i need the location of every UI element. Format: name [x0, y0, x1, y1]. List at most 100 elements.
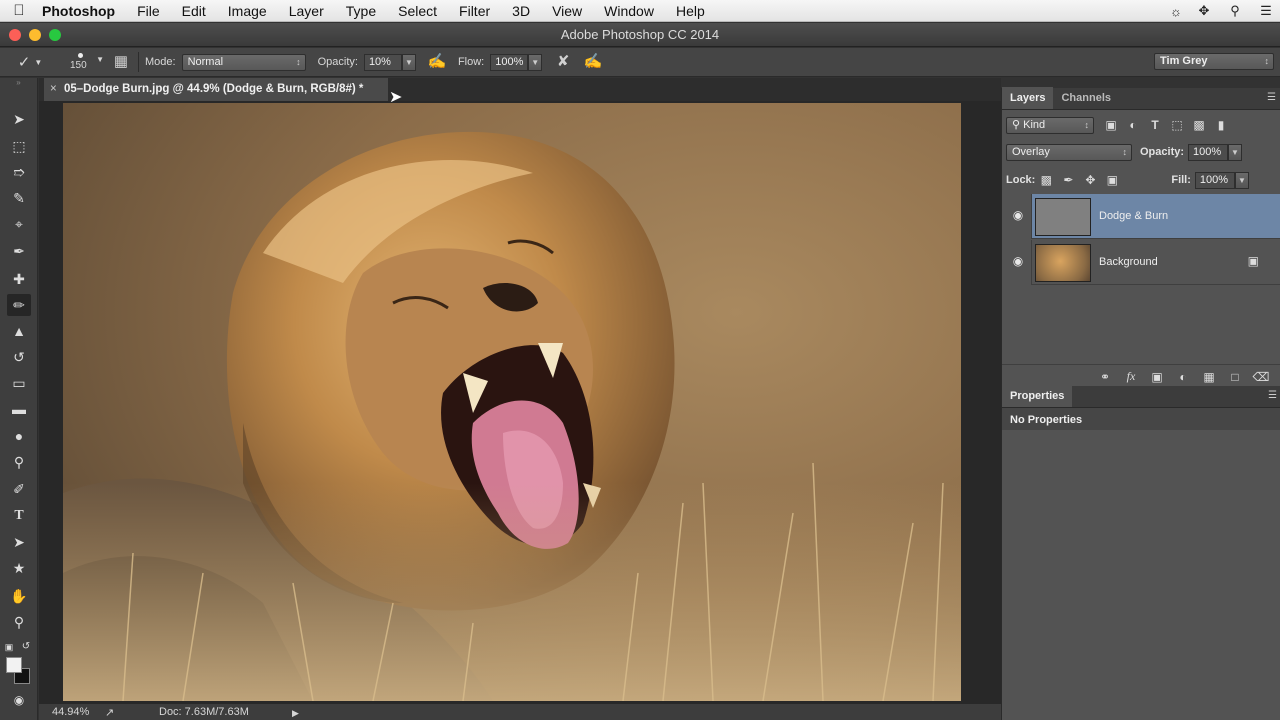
- menu-file[interactable]: File: [126, 0, 171, 22]
- pressure-opacity-icon[interactable]: ✍: [426, 51, 448, 73]
- type-filter-icon[interactable]: T: [1144, 116, 1166, 134]
- new-layer-icon[interactable]: □: [1225, 370, 1245, 384]
- lion-photo-canvas[interactable]: [63, 103, 961, 701]
- blur-tool-icon[interactable]: ●: [7, 425, 31, 447]
- close-icon[interactable]: ×: [50, 78, 57, 101]
- layer-opacity-input[interactable]: 100%: [1188, 143, 1229, 161]
- opacity-slider-button[interactable]: ▼: [401, 53, 416, 71]
- crop-tool-icon[interactable]: ⌖: [7, 213, 31, 235]
- apple-icon[interactable]: : [0, 2, 38, 19]
- eraser-tool-icon[interactable]: ▭: [7, 372, 31, 394]
- properties-panel-tabs: Properties ☰: [1002, 385, 1280, 408]
- pressure-size-icon[interactable]: ✍: [582, 51, 604, 73]
- tab-properties[interactable]: Properties: [1002, 385, 1073, 407]
- right-panel-dock: Layers Channels ☰ ⚲ Kind ▣ ◐ T ⬚ ▩ ▮ Ove…: [1001, 87, 1280, 720]
- status-menu-arrow-icon[interactable]: ▶: [292, 708, 299, 719]
- adjustment-filter-icon[interactable]: ◐: [1122, 116, 1144, 134]
- layer-name[interactable]: Background: [1099, 256, 1158, 268]
- marquee-tool-icon[interactable]: ⬚: [7, 135, 31, 157]
- layer-name[interactable]: Dodge & Burn: [1099, 210, 1168, 222]
- custom-shape-tool-icon[interactable]: ★: [7, 557, 31, 579]
- eye-icon[interactable]: ◉: [1010, 208, 1026, 222]
- history-brush-tool-icon[interactable]: ↺: [7, 346, 31, 368]
- lion-photo: [63, 103, 961, 701]
- add-mask-icon[interactable]: ▣: [1147, 370, 1167, 384]
- dodge-tool-icon[interactable]: ⚲: [7, 451, 31, 473]
- lock-all-icon[interactable]: ▣: [1101, 171, 1123, 189]
- layer-row-dodge-burn[interactable]: ◉ Dodge & Burn: [1002, 194, 1280, 239]
- chevron-down-icon: ▼: [34, 57, 43, 67]
- zoom-tool-icon[interactable]: ⚲: [7, 611, 31, 633]
- menu-help[interactable]: Help: [665, 0, 716, 22]
- menu-3d[interactable]: 3D: [501, 0, 541, 22]
- menu-image[interactable]: Image: [217, 0, 278, 22]
- eyedropper-tool-icon[interactable]: ✒: [7, 240, 31, 262]
- quick-selection-tool-icon[interactable]: ✎: [7, 187, 31, 209]
- airbrush-icon[interactable]: ✘: [552, 51, 574, 73]
- layer-style-fx-icon[interactable]: fx: [1121, 369, 1141, 384]
- foreground-color-swatch[interactable]: [6, 657, 22, 673]
- eye-icon[interactable]: ◉: [1010, 254, 1026, 268]
- mode-select[interactable]: Normal: [181, 53, 306, 71]
- hand-tool-icon[interactable]: ✋: [7, 585, 31, 607]
- panel-menu-icon[interactable]: ☰: [1267, 92, 1276, 103]
- shape-filter-icon[interactable]: ⬚: [1166, 116, 1188, 134]
- path-selection-tool-icon[interactable]: ➤: [7, 531, 31, 553]
- default-colors-icon[interactable]: ▣: [3, 636, 15, 658]
- menu-photoshop[interactable]: Photoshop: [38, 0, 126, 22]
- menu-select[interactable]: Select: [387, 0, 448, 22]
- new-group-folder-icon[interactable]: ▦: [1199, 370, 1219, 384]
- tool-preset-picker[interactable]: ✓ ▼: [0, 49, 60, 75]
- lasso-tool-icon[interactable]: ➱: [7, 161, 31, 183]
- move-arrows-icon[interactable]: ✥: [1190, 3, 1218, 19]
- brush-tool-icon[interactable]: ✏: [7, 294, 31, 316]
- lock-transparency-icon[interactable]: ▩: [1035, 171, 1057, 189]
- healing-brush-tool-icon[interactable]: ✚: [7, 268, 31, 290]
- workspace-select[interactable]: Tim Grey: [1154, 53, 1274, 70]
- brightness-icon[interactable]: ☼: [1162, 4, 1190, 19]
- delete-layer-trash-icon[interactable]: ⌫: [1251, 370, 1271, 384]
- lock-pixels-icon[interactable]: ✒: [1057, 171, 1079, 189]
- flow-slider-button[interactable]: ▼: [528, 53, 543, 71]
- lock-position-icon[interactable]: ✥: [1079, 171, 1101, 189]
- type-tool-icon[interactable]: T: [7, 505, 31, 527]
- spotlight-search-icon[interactable]: ⚲: [1218, 3, 1252, 19]
- document-tab[interactable]: × 05–Dodge Burn.jpg @ 44.9% (Dodge & Bur…: [44, 78, 388, 101]
- opacity-input[interactable]: 10%: [363, 53, 402, 71]
- fill-input[interactable]: 100%: [1194, 171, 1235, 189]
- chevron-down-icon: ▼: [96, 55, 104, 64]
- notification-list-icon[interactable]: ☰: [1252, 3, 1280, 19]
- move-tool-icon[interactable]: ➤: [7, 108, 31, 130]
- menu-window[interactable]: Window: [593, 0, 665, 22]
- menu-layer[interactable]: Layer: [278, 0, 335, 22]
- menu-edit[interactable]: Edit: [171, 0, 217, 22]
- pixel-filter-icon[interactable]: ▣: [1100, 116, 1122, 134]
- swap-colors-icon[interactable]: ↺: [20, 636, 32, 658]
- menu-view[interactable]: View: [541, 0, 593, 22]
- zoom-level[interactable]: 44.94%: [52, 706, 89, 718]
- panel-menu-icon[interactable]: ☰: [1268, 390, 1277, 401]
- layer-filter-kind-select[interactable]: ⚲ Kind: [1006, 116, 1094, 134]
- clone-stamp-tool-icon[interactable]: ▲: [7, 320, 31, 342]
- flow-input[interactable]: 100%: [490, 53, 529, 71]
- brush-preset-picker[interactable]: 150 ▼: [66, 49, 106, 75]
- quick-mask-icon[interactable]: ◉: [7, 689, 31, 711]
- filter-toggle-icon[interactable]: ▮: [1210, 116, 1232, 134]
- new-adjustment-layer-icon[interactable]: ◐: [1173, 370, 1193, 384]
- fill-slider-button[interactable]: ▼: [1234, 171, 1249, 189]
- layer-filter-kind-label: Kind: [1023, 118, 1046, 131]
- pen-tool-icon[interactable]: ✐: [7, 478, 31, 500]
- layer-row-background[interactable]: ◉ Background ▣: [1002, 240, 1280, 285]
- menu-filter[interactable]: Filter: [448, 0, 501, 22]
- brush-panel-toggle-icon[interactable]: ▦: [110, 51, 132, 73]
- tab-channels[interactable]: Channels: [1053, 87, 1119, 109]
- share-icon[interactable]: ↗: [105, 706, 114, 719]
- gradient-tool-icon[interactable]: ▬: [7, 398, 31, 420]
- panel-collapse-icon[interactable]: »: [0, 78, 37, 90]
- menu-type[interactable]: Type: [335, 0, 387, 22]
- tab-layers[interactable]: Layers: [1002, 87, 1054, 109]
- blend-mode-select[interactable]: Overlay: [1006, 143, 1132, 161]
- smart-object-filter-icon[interactable]: ▩: [1188, 116, 1210, 134]
- layer-opacity-slider-button[interactable]: ▼: [1228, 143, 1243, 161]
- link-layers-icon[interactable]: ⚭: [1095, 370, 1115, 384]
